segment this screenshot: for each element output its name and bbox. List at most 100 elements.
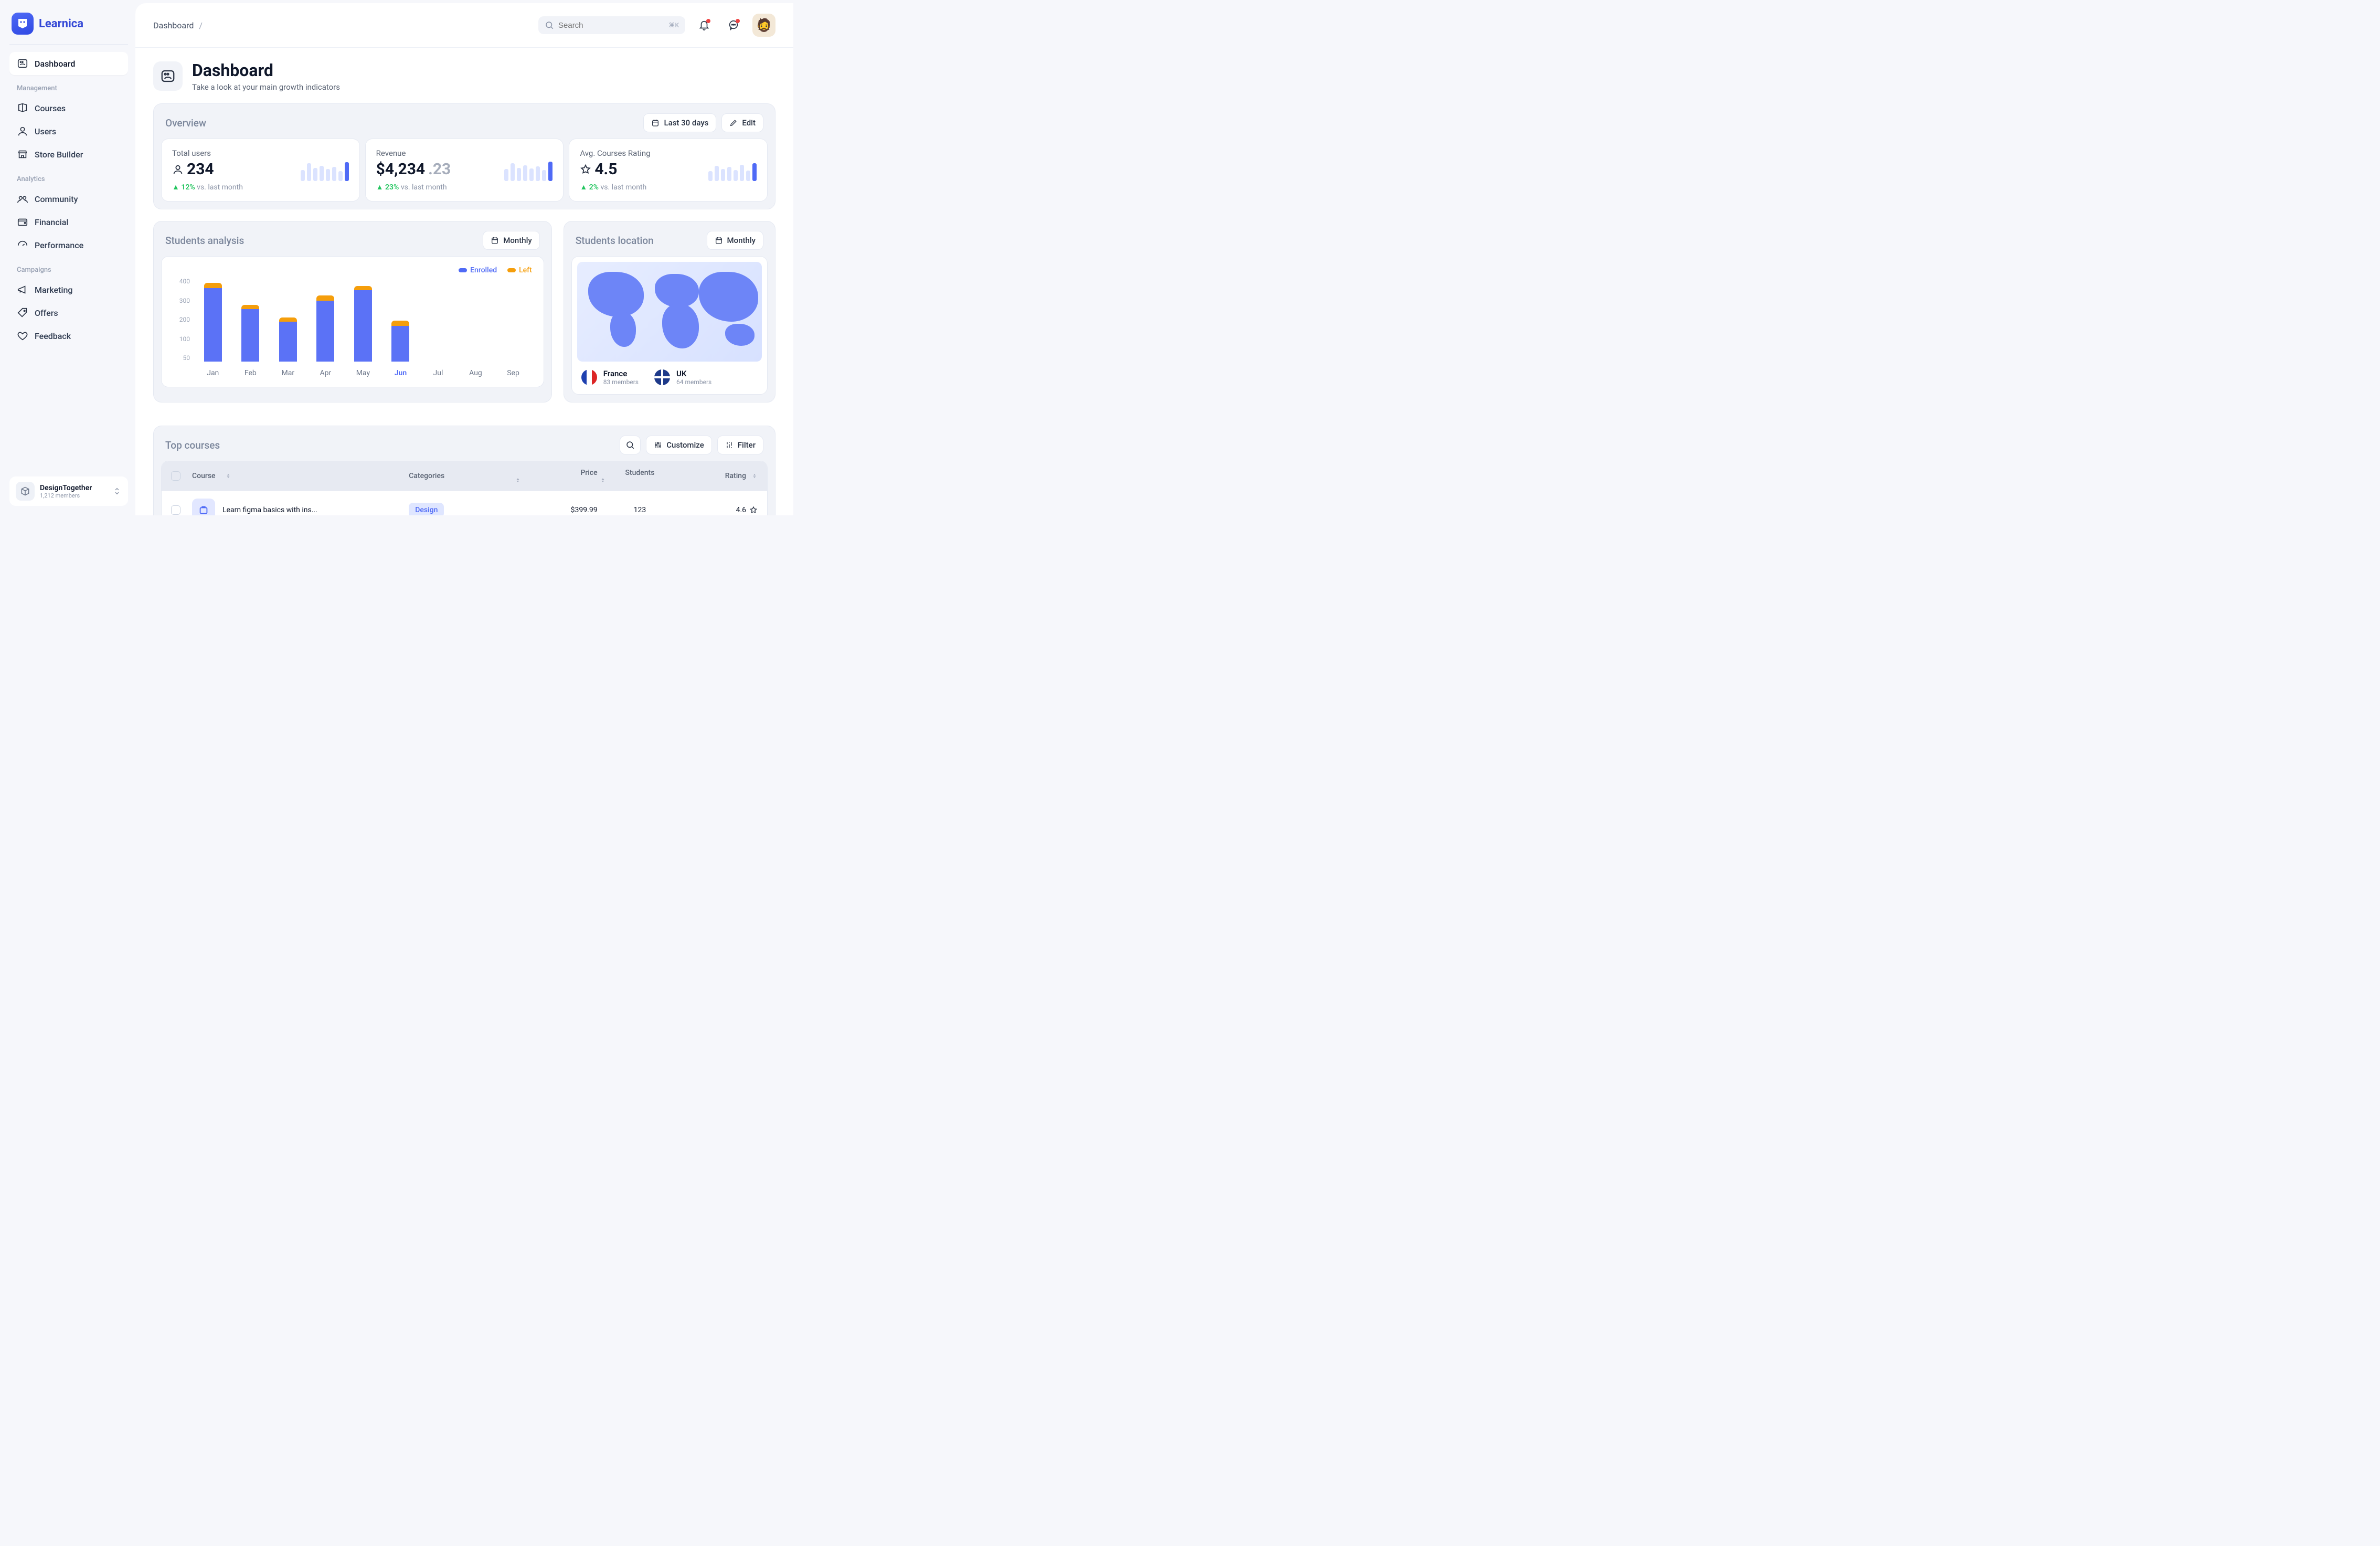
sidebar-label: Community (35, 194, 78, 204)
kpi-pct: 12% (181, 183, 195, 192)
flag-uk-icon (654, 369, 670, 385)
kpi-value: 4.5 (594, 160, 617, 178)
kpi-value: $4,234 (376, 160, 425, 178)
col-course[interactable]: Course (192, 472, 409, 480)
heart-icon (17, 330, 28, 342)
kpi-delta-txt: vs. last month (401, 183, 447, 192)
search-input[interactable]: ⌘K (538, 16, 685, 34)
kpi-label: Avg. Courses Rating (580, 149, 650, 158)
sidebar-label: Marketing (35, 285, 72, 295)
calendar-icon (651, 119, 660, 127)
kpi-label: Revenue (376, 149, 451, 158)
megaphone-icon (17, 284, 28, 295)
sidebar-item-offers[interactable]: Offers (9, 301, 128, 324)
sidebar-label: Feedback (35, 331, 71, 341)
course-rating: 4.6 (736, 506, 746, 514)
date-range-button[interactable]: Last 30 days (643, 113, 716, 132)
sparkline (301, 159, 349, 181)
location-range-button[interactable]: Monthly (707, 231, 763, 250)
workspace-switcher[interactable]: DesignTogether 1,212 members (9, 476, 128, 506)
nav-section-campaigns: Campaigns (9, 257, 128, 278)
country-uk[interactable]: UK 64 members (654, 369, 711, 386)
overview-title: Overview (165, 117, 206, 129)
sidebar-label: Courses (35, 103, 66, 113)
nav-section-management: Management (9, 75, 128, 97)
select-all-checkbox[interactable] (171, 471, 180, 481)
table-header: Course Categories Price Students Rating (162, 461, 767, 491)
sidebar-item-financial[interactable]: Financial (9, 210, 128, 234)
edit-button[interactable]: Edit (721, 113, 763, 132)
store-icon (17, 149, 28, 160)
sidebar-item-feedback[interactable]: Feedback (9, 324, 128, 347)
messages-badge (736, 19, 740, 23)
star-icon (580, 164, 591, 175)
search-field[interactable] (558, 21, 668, 30)
brand[interactable]: Learnica (9, 9, 128, 45)
customize-button[interactable]: Customize (646, 436, 712, 454)
sidebar-item-dashboard[interactable]: Dashboard (9, 52, 128, 75)
sidebar-label: Performance (35, 240, 83, 250)
sort-icon (751, 473, 758, 479)
chart-plot: JanFebMarAprMayJunJulAugSep (194, 278, 532, 377)
page-header: Dashboard Take a look at your main growt… (153, 60, 775, 92)
chevron-up-down-icon (112, 486, 122, 496)
sidebar: Learnica Dashboard Management Courses Us… (0, 0, 135, 515)
sidebar-item-marketing[interactable]: Marketing (9, 278, 128, 301)
avatar[interactable]: 🧔 (752, 14, 775, 37)
sidebar-label: Store Builder (35, 150, 83, 160)
col-students[interactable]: Students (598, 469, 683, 483)
course-price: $399.99 (513, 506, 598, 514)
col-rating[interactable]: Rating (682, 472, 758, 480)
col-price[interactable]: Price (513, 469, 598, 483)
table-row[interactable]: Learn figma basics with ins... Design $3… (162, 491, 767, 515)
filter-button[interactable]: Filter (717, 436, 763, 454)
country-france[interactable]: France 83 members (581, 369, 639, 386)
sidebar-item-store-builder[interactable]: Store Builder (9, 143, 128, 166)
sidebar-item-community[interactable]: Community (9, 187, 128, 210)
flag-france-icon (581, 369, 597, 385)
course-title: Learn figma basics with ins... (222, 506, 317, 514)
kpi-pct: 23% (385, 183, 399, 192)
breadcrumb-sep: / (199, 20, 203, 30)
sidebar-label: Offers (35, 308, 58, 318)
students-chart: Enrolled Left 40030020010050 JanFebMarAp… (161, 256, 544, 387)
breadcrumb[interactable]: Dashboard / (153, 20, 203, 30)
table-search-button[interactable] (620, 436, 641, 454)
search-icon (625, 440, 635, 450)
sidebar-item-courses[interactable]: Courses (9, 97, 128, 120)
brand-name: Learnica (39, 17, 83, 30)
messages-button[interactable] (723, 15, 744, 36)
sidebar-label: Users (35, 126, 56, 136)
row-checkbox[interactable] (171, 505, 180, 515)
sparkline (504, 159, 552, 181)
kpi-revenue: Revenue $4,234.23 ▲ 23% vs. last month (365, 139, 564, 202)
world-map[interactable] (577, 262, 762, 362)
sidebar-item-performance[interactable]: Performance (9, 234, 128, 257)
sort-icon (600, 477, 606, 483)
page-title: Dashboard (192, 60, 340, 80)
kpi-pct: 2% (589, 183, 599, 192)
kpi-delta-txt: vs. last month (601, 183, 647, 192)
col-categories[interactable]: Categories (409, 472, 513, 480)
filter-icon (725, 441, 734, 449)
brand-logo-icon (12, 13, 34, 35)
workspace-icon (16, 482, 35, 501)
notification-badge (706, 19, 710, 23)
user-icon (17, 125, 28, 137)
dashboard-icon (17, 58, 28, 69)
y-axis: 40030020010050 (173, 278, 194, 362)
kpi-value: 234 (187, 160, 214, 178)
category-pill: Design (409, 503, 444, 515)
notifications-button[interactable] (694, 15, 715, 36)
kpi-total-users: Total users 234 ▲ 12% vs. last month (161, 139, 360, 202)
user-icon (172, 164, 184, 175)
community-icon (17, 193, 28, 205)
nav-section-analytics: Analytics (9, 166, 128, 187)
kpi-value-suffix: .23 (428, 160, 451, 178)
nav: Dashboard Management Courses Users Store… (9, 52, 128, 476)
figma-icon (192, 499, 215, 515)
sparkline (708, 159, 757, 181)
kpi-rating: Avg. Courses Rating 4.5 ▲ 2% vs. last mo… (569, 139, 768, 202)
students-range-button[interactable]: Monthly (483, 231, 539, 250)
sidebar-item-users[interactable]: Users (9, 120, 128, 143)
